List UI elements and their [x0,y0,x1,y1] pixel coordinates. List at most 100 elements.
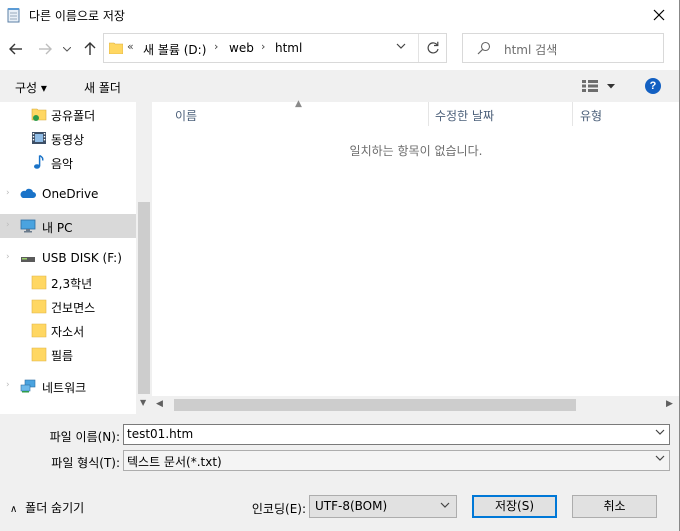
chevron-down-icon[interactable] [655,455,665,461]
scroll-left-icon[interactable]: ◀ [156,399,163,409]
column-divider[interactable] [428,102,429,126]
navigation-pane: 공유폴더 동영상 음악 › OneDrive › 내 PC › USB DISK… [0,102,152,414]
nav-item-folder[interactable]: 자소서 [0,318,136,342]
nav-item-label: 건보면스 [51,301,96,315]
chevron-down-icon [440,502,450,508]
new-folder-button[interactable]: 새 폴더 [84,79,121,96]
filename-field[interactable]: test01.htm [123,424,670,445]
search-icon [477,41,491,55]
divider [418,34,419,62]
nav-item-videos[interactable]: 동영상 [0,126,136,150]
nav-item-label: 공유폴더 [51,109,96,123]
nav-item-label: 음악 [51,157,74,171]
hide-folders-label: 폴더 숨기기 [25,501,85,515]
usb-drive-icon [21,257,35,262]
scroll-right-icon[interactable]: ▶ [666,399,673,409]
forward-arrow-icon [39,43,52,55]
nav-item-label: 네트워크 [42,381,87,395]
empty-message: 일치하는 항목이 없습니다. [349,144,483,158]
file-list-horizontal-scrollbar[interactable]: ◀ ▶ [152,396,680,414]
breadcrumb-separator-icon[interactable]: › [261,40,265,53]
folder-icon [109,42,123,54]
nav-item-folder[interactable]: 2,3학년 [0,270,136,294]
up-button[interactable] [82,40,98,58]
expand-icon[interactable]: › [6,380,10,390]
column-header-modified[interactable]: 수정한 날짜 [435,107,494,131]
recent-locations-button[interactable] [61,40,73,58]
nav-item-label: 필름 [51,349,74,363]
view-options-icon[interactable] [582,80,616,92]
close-icon [653,9,665,21]
chevron-down-icon[interactable] [655,429,665,435]
chevron-up-icon: ∧ [10,504,18,515]
search-box[interactable]: html 검색 [462,33,664,63]
scrollbar-thumb[interactable] [138,202,150,394]
filetype-label: 파일 형식(T): [51,456,120,470]
video-icon [32,132,46,144]
folder-icon [31,275,47,290]
column-header-name[interactable]: 이름 [175,107,197,131]
hide-folders-button[interactable]: ∧ 폴더 숨기기 [10,499,84,516]
refresh-icon[interactable] [426,41,440,55]
filename-value[interactable]: test01.htm [127,427,193,441]
overflow-crumbs[interactable]: « [127,40,134,53]
column-header-type[interactable]: 유형 [580,107,602,131]
music-icon [34,154,44,169]
nav-item-usb-disk[interactable]: › USB DISK (F:) [0,246,136,270]
save-button[interactable]: 저장(S) [472,495,557,518]
nav-item-music[interactable]: 음악 [0,150,136,174]
chevron-down-icon [63,46,71,52]
folder-icon [31,347,47,362]
encoding-value: UTF-8(BOM) [315,499,388,513]
nav-item-label: USB DISK (F:) [42,251,122,265]
window-title: 다른 이름으로 저장 [29,9,125,23]
filetype-value: 텍스트 문서(*.txt) [127,455,222,469]
expand-icon[interactable]: › [6,220,10,230]
scrollbar-thumb[interactable] [174,399,576,411]
command-bar: 구성 ▾ 새 폴더 ? [0,70,680,102]
nav-item-shared-folder[interactable]: 공유폴더 [0,102,136,126]
expand-icon[interactable]: › [6,252,10,262]
pc-icon [20,219,36,233]
title-bar: 다른 이름으로 저장 [0,0,680,30]
notepad-icon [7,8,20,23]
expand-icon[interactable]: › [6,188,10,198]
folder-icon [31,323,47,338]
address-bar[interactable]: « 새 볼륨 (D:) › web › html [103,33,447,63]
nav-item-label: OneDrive [42,187,99,201]
column-divider[interactable] [572,102,573,126]
nav-item-network[interactable]: › 네트워크 [0,374,136,398]
organize-menu[interactable]: 구성 ▾ [15,79,47,96]
breadcrumb-separator-icon[interactable]: › [214,40,218,53]
network-icon [20,379,36,393]
filetype-select[interactable]: 텍스트 문서(*.txt) [123,450,670,471]
nav-item-folder[interactable]: 건보면스 [0,294,136,318]
nav-item-folder[interactable]: 필름 [0,342,136,366]
breadcrumb-drive[interactable]: 새 볼륨 (D:) [143,41,206,58]
file-list[interactable]: ▲ 이름 수정한 날짜 유형 일치하는 항목이 없습니다. ◀ ▶ [152,99,680,414]
cloud-icon [20,188,36,198]
close-button[interactable] [646,2,672,28]
encoding-select[interactable]: UTF-8(BOM) [309,495,457,518]
filename-label: 파일 이름(N): [49,430,120,444]
nav-item-label: 2,3학년 [51,277,93,291]
encoding-label: 인코딩(E): [251,502,306,516]
forward-button[interactable] [37,40,53,58]
breadcrumb-web[interactable]: web [229,41,254,55]
share-folder-icon [31,108,47,121]
nav-item-label: 내 PC [42,221,73,235]
breadcrumb-html[interactable]: html [275,41,302,55]
help-icon[interactable]: ? [645,78,661,94]
nav-item-label: 동영상 [51,133,85,147]
up-arrow-icon [84,42,96,55]
scroll-down-icon[interactable]: ▼ [140,398,146,407]
nav-item-this-pc[interactable]: › 내 PC [0,214,136,238]
chevron-down-icon[interactable] [396,43,406,49]
nav-item-onedrive[interactable]: › OneDrive [0,182,136,206]
search-placeholder: html 검색 [504,43,558,57]
nav-pane-scrollbar[interactable]: ▼ [136,102,152,414]
back-button[interactable] [8,40,24,58]
folder-icon [31,299,47,314]
sort-ascending-icon: ▲ [295,99,302,109]
cancel-button[interactable]: 취소 [572,495,657,518]
